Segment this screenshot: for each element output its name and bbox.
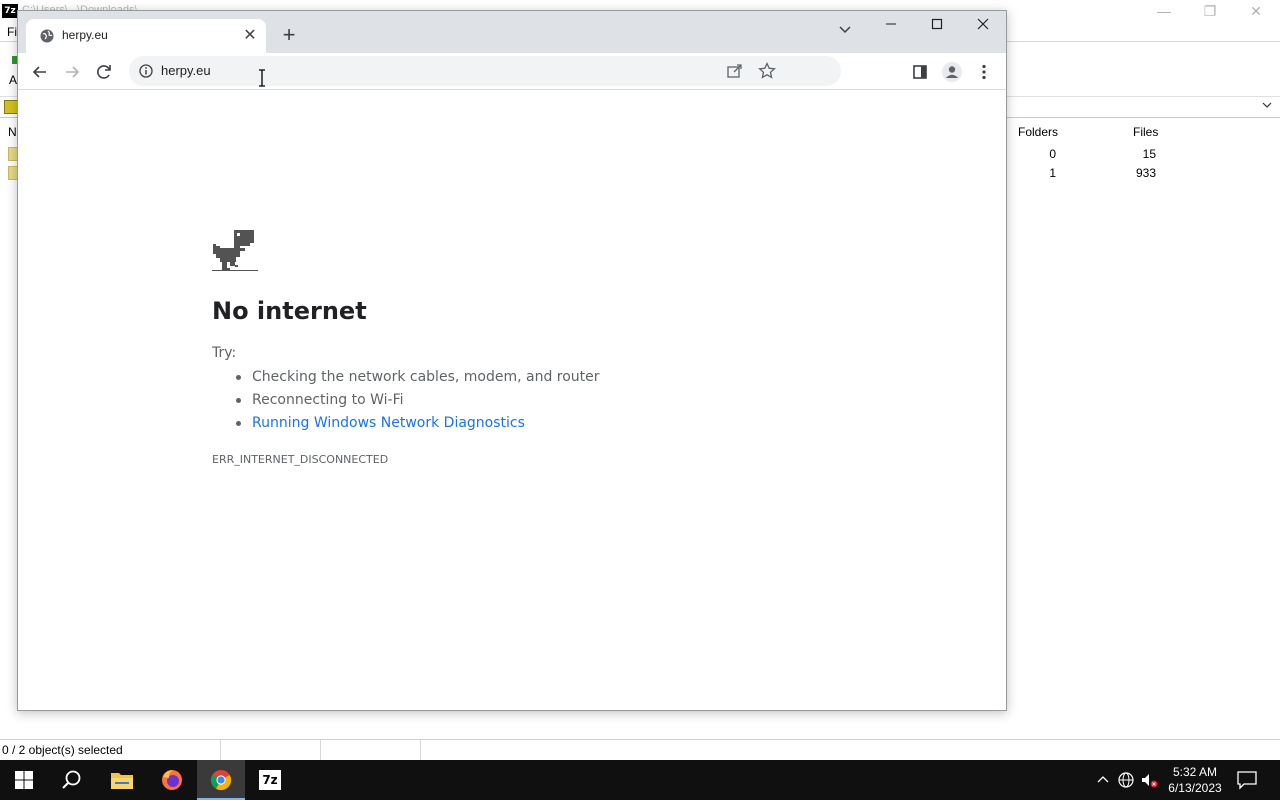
row-files: 15 — [1142, 147, 1156, 161]
status-divider — [320, 740, 321, 761]
forward-arrow-icon — [66, 66, 80, 78]
7zip-app-icon: 7z — [2, 4, 18, 18]
search-button[interactable] — [48, 760, 96, 800]
row-files: 933 — [1135, 166, 1156, 180]
row-folders: 1 — [1049, 166, 1056, 180]
chrome-taskbar-button[interactable] — [197, 760, 245, 800]
maximize-button[interactable] — [914, 11, 960, 41]
globe-icon — [39, 28, 55, 44]
status-divider — [220, 740, 221, 761]
show-hidden-icons-button[interactable] — [1094, 771, 1112, 789]
tab-search-button[interactable] — [831, 17, 859, 43]
start-button[interactable] — [0, 760, 48, 800]
maximize-icon — [931, 18, 943, 30]
chevron-down-icon — [839, 26, 851, 34]
suggestion-list: Checking the network cables, modem, and … — [234, 366, 600, 435]
profile-button[interactable] — [938, 58, 966, 86]
profile-icon — [942, 62, 962, 82]
clock-time: 5:32 AM — [1172, 765, 1218, 779]
try-label: Try: — [212, 345, 237, 361]
status-divider — [420, 740, 421, 761]
row-folders: 0 — [1049, 147, 1056, 161]
reload-button[interactable] — [90, 58, 118, 86]
notifications-button[interactable] — [1236, 770, 1258, 790]
new-tab-button[interactable]: + — [277, 24, 301, 48]
suggestion-item: Checking the network cables, modem, and … — [234, 366, 600, 389]
volume-muted-icon — [1142, 774, 1158, 788]
notification-icon — [1237, 771, 1257, 790]
7zip-restore-button[interactable]: ❐ — [1187, 0, 1233, 22]
windows-logo-icon — [15, 771, 33, 789]
minimize-button[interactable] — [868, 11, 914, 41]
error-code: ERR_INTERNET_DISCONNECTED — [212, 453, 389, 466]
file-explorer-button[interactable] — [98, 760, 146, 800]
tab-close-button[interactable]: ✕ — [241, 27, 259, 45]
7zip-statusbar: 0 / 2 object(s) selected — [0, 739, 1280, 761]
browser-toolbar: herpy.eu — [18, 53, 1006, 90]
menu-button[interactable] — [970, 58, 998, 86]
close-icon — [977, 18, 989, 30]
url-text[interactable]: herpy.eu — [161, 63, 211, 78]
folder-icon — [111, 773, 133, 789]
folder-up-icon[interactable] — [4, 100, 18, 114]
tab-herpy[interactable]: herpy.eu ✕ — [26, 19, 266, 53]
kebab-menu-icon — [982, 64, 986, 80]
clock[interactable]: 5:32 AM 6/13/2023 — [1162, 764, 1228, 796]
reload-icon — [97, 65, 111, 79]
back-button[interactable] — [26, 58, 54, 86]
column-files[interactable]: Files — [1133, 125, 1158, 139]
7zip-taskbar-button[interactable]: 7z — [246, 760, 294, 800]
chevron-down-icon[interactable] — [1262, 100, 1272, 113]
chevron-up-icon — [1097, 776, 1109, 783]
firefox-icon — [162, 770, 182, 790]
minimize-icon — [886, 23, 896, 25]
side-panel-icon — [913, 65, 927, 79]
search-icon — [62, 770, 81, 789]
chrome-window: herpy.eu ✕ + herpy.eu No internet Try: C… — [17, 10, 1007, 711]
text-cursor-icon — [258, 69, 266, 87]
firefox-button[interactable] — [148, 760, 196, 800]
share-icon[interactable] — [723, 59, 747, 83]
clock-date: 6/13/2023 — [1168, 781, 1222, 795]
forward-button[interactable] — [58, 58, 86, 86]
7zip-minimize-button[interactable]: — — [1141, 0, 1187, 22]
chrome-icon — [210, 770, 232, 791]
taskbar: 7z 5:32 AM 6/13/2023 — [0, 760, 1280, 800]
7zip-icon: 7z — [259, 770, 281, 790]
dinosaur-icon[interactable] — [212, 228, 258, 272]
7zip-tool-add-label: A — [9, 73, 18, 87]
side-panel-button[interactable] — [906, 58, 934, 86]
column-name[interactable]: N — [8, 125, 17, 139]
error-page: No internet Try: Checking the network ca… — [18, 91, 1006, 710]
volume-button[interactable] — [1140, 771, 1158, 789]
selection-status: 0 / 2 object(s) selected — [2, 743, 123, 757]
7zip-menu-file[interactable]: Fi — [7, 25, 17, 39]
star-icon[interactable] — [755, 59, 779, 83]
network-diagnostics-link[interactable]: Running Windows Network Diagnostics — [234, 412, 600, 435]
tab-strip: herpy.eu ✕ + — [18, 11, 1006, 53]
info-icon[interactable] — [138, 63, 154, 79]
suggestion-item: Reconnecting to Wi-Fi — [234, 389, 600, 412]
close-window-button[interactable] — [960, 11, 1006, 41]
error-heading: No internet — [212, 297, 367, 325]
network-globe-icon — [1118, 772, 1134, 788]
address-bar[interactable]: herpy.eu — [129, 56, 841, 86]
network-button[interactable] — [1117, 771, 1135, 789]
tab-title: herpy.eu — [62, 28, 108, 42]
column-folders[interactable]: Folders — [1018, 125, 1058, 139]
back-arrow-icon — [32, 66, 46, 78]
7zip-close-button[interactable]: ✕ — [1233, 0, 1279, 22]
